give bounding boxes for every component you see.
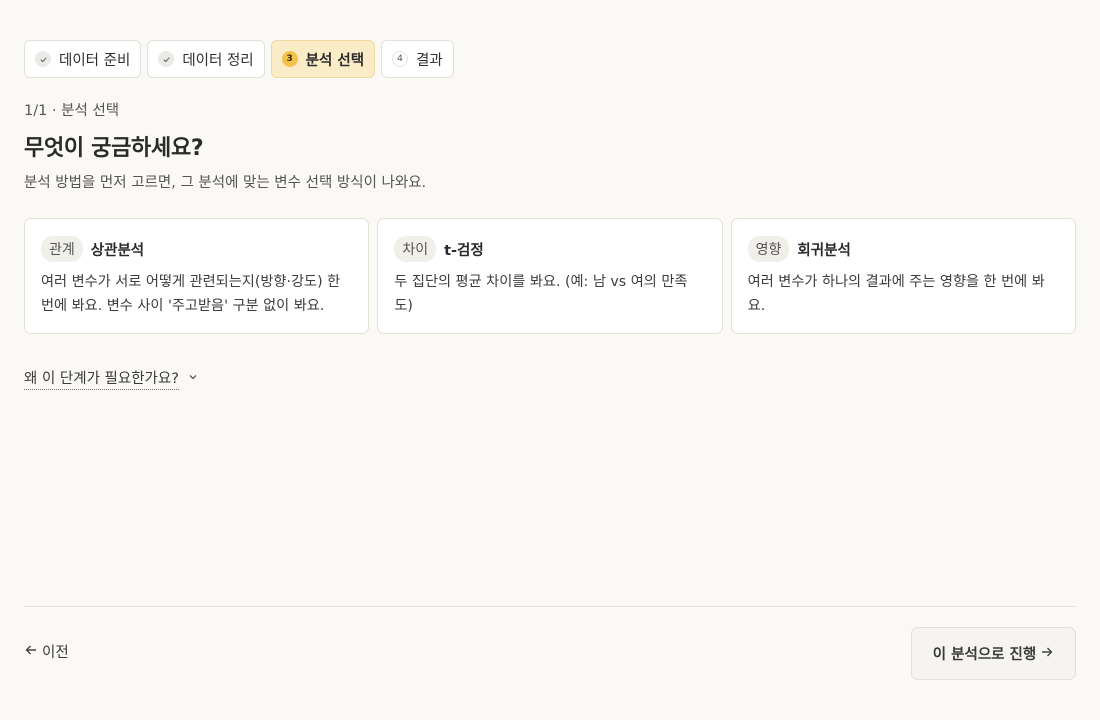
- step-number-badge: 3: [281, 51, 298, 67]
- option-card-t-test[interactable]: 차이 t-검정 두 집단의 평균 차이를 봐요. (예: 남 vs 여의 만족도…: [377, 218, 723, 334]
- check-icon: [158, 51, 175, 67]
- card-title: t-검정: [444, 242, 484, 259]
- card-tag: 차이: [394, 236, 437, 262]
- card-header: 영향 회귀분석: [747, 235, 1059, 263]
- chevron-down-icon: [187, 371, 199, 387]
- prev-button[interactable]: 이전: [24, 641, 69, 662]
- page-title: 무엇이 궁금하세요?: [24, 136, 204, 161]
- stepper: 데이터 준비 데이터 정리 3 분석 선택 4 결과: [24, 40, 454, 78]
- page: 데이터 준비 데이터 정리 3 분석 선택 4 결과 1/1 · 분석 선택 무…: [0, 0, 1100, 720]
- card-title: 상관분석: [90, 242, 145, 259]
- progress-indicator: 1/1 · 분석 선택: [24, 103, 120, 119]
- card-description: 두 집단의 평균 차이를 봐요. (예: 남 vs 여의 만족도): [394, 274, 688, 314]
- prev-label: 이전: [42, 645, 69, 661]
- card-tag: 영향: [747, 236, 790, 262]
- option-card-correlation[interactable]: 관계 상관분석 여러 변수가 서로 어떻게 관련되는지(방향·강도) 한 번에 …: [24, 218, 370, 334]
- analysis-options: 관계 상관분석 여러 변수가 서로 어떻게 관련되는지(방향·강도) 한 번에 …: [24, 218, 1076, 334]
- step-label: 데이터 정리: [182, 52, 254, 69]
- step-label: 데이터 준비: [59, 52, 131, 69]
- card-header: 관계 상관분석: [41, 235, 352, 263]
- step-data-clean[interactable]: 데이터 정리: [147, 40, 265, 78]
- card-description: 여러 변수가 하나의 결과에 주는 영향을 한 번에 봐요.: [747, 274, 1045, 314]
- proceed-button[interactable]: 이 분석으로 진행: [911, 627, 1076, 680]
- step-label: 결과: [416, 52, 443, 69]
- step-data-prep[interactable]: 데이터 준비: [24, 40, 142, 78]
- option-card-regression[interactable]: 영향 회귀분석 여러 변수가 하나의 결과에 주는 영향을 한 번에 봐요.: [730, 218, 1076, 334]
- proceed-label: 이 분석으로 진행: [932, 647, 1037, 663]
- arrow-right-icon: [1040, 645, 1054, 663]
- card-title: 회귀분석: [797, 242, 851, 259]
- page-subtitle: 분석 방법을 먼저 고르면, 그 분석에 맞는 변수 선택 방식이 나와요.: [24, 175, 427, 191]
- why-step-label: 왜 이 단계가 필요한가요?: [24, 367, 179, 390]
- step-number-badge: 4: [392, 51, 409, 67]
- card-description: 여러 변수가 서로 어떻게 관련되는지(방향·강도) 한 번에 봐요. 변수 사…: [41, 274, 341, 314]
- card-tag: 관계: [41, 236, 83, 262]
- why-step-toggle[interactable]: 왜 이 단계가 필요한가요?: [24, 367, 199, 390]
- arrow-left-icon: [24, 643, 38, 661]
- step-label: 분석 선택: [305, 52, 365, 69]
- step-analysis-select[interactable]: 3 분석 선택: [270, 40, 376, 78]
- step-result[interactable]: 4 결과: [381, 40, 454, 78]
- footer-divider: [24, 606, 1076, 607]
- check-icon: [35, 51, 51, 67]
- card-header: 차이 t-검정: [394, 235, 705, 263]
